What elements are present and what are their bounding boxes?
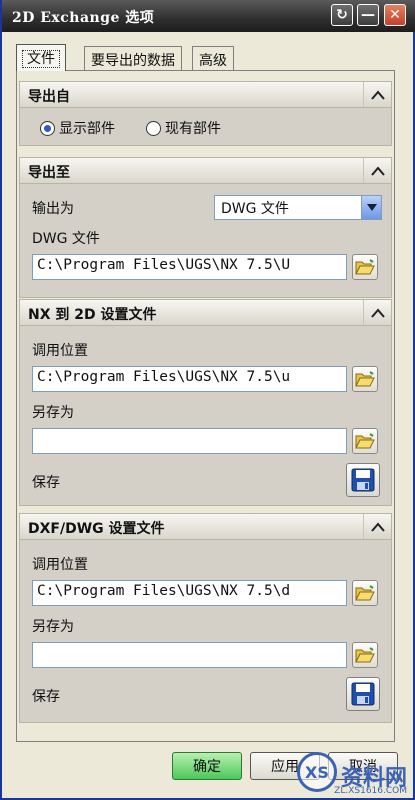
dxf-dwg-location-input[interactable]: C:\Program Files\UGS\NX 7.5\d: [32, 580, 347, 606]
save-button[interactable]: [346, 463, 380, 497]
watermark-logo-icon: XS: [296, 752, 337, 792]
dwg-file-path-input[interactable]: C:\Program Files\UGS\NX 7.5\U: [32, 254, 347, 280]
window-title: 2D Exchange 选项: [12, 10, 155, 26]
section-export-from-body: 显示部件 现有部件: [19, 108, 392, 146]
dropdown-arrow-icon[interactable]: [361, 196, 381, 219]
tab-file-label: 文件: [22, 50, 60, 68]
dxf-dwg-save-as-input[interactable]: [32, 642, 347, 668]
minimize-button[interactable]: —: [357, 4, 379, 26]
load-location-label: 调用位置: [32, 343, 88, 359]
section-dxf-dwg-header[interactable]: DXF/DWG 设置文件: [19, 513, 392, 540]
folder-open-icon: [355, 647, 375, 663]
nx-to-2d-save-as-input[interactable]: [32, 428, 347, 454]
close-button[interactable]: ✕: [384, 4, 406, 26]
section-nx-to-2d-header[interactable]: NX 到 2D 设置文件: [19, 299, 392, 326]
tab-panel-file: 导出自 显示部件 现有部件 导出至 输出为 DWG 文件 DWG 文件 C:\P…: [16, 70, 395, 742]
collapse-chevron-icon[interactable]: [363, 82, 391, 107]
tab-data-label: 要导出的数据: [91, 53, 175, 69]
dwg-file-label: DWG 文件: [32, 231, 100, 247]
save-as-label: 另存为: [32, 405, 74, 421]
radio-existing-part[interactable]: 现有部件: [146, 118, 221, 138]
browse-folder-button[interactable]: [352, 428, 378, 454]
close-icon: ✕: [389, 7, 401, 23]
browse-folder-button[interactable]: [352, 366, 378, 392]
ok-button[interactable]: 确定: [172, 752, 242, 780]
tab-advanced[interactable]: 高级: [192, 46, 234, 70]
radio-unselected-icon: [146, 120, 161, 136]
watermark-url: ZL.XS1616.COM: [334, 786, 407, 796]
browse-folder-button[interactable]: [352, 580, 378, 606]
dialog-window: 2D Exchange 选项 ↻ — ✕ 文件 要导出的数据 高级 导出自 显示…: [0, 0, 415, 800]
minimize-icon: —: [361, 7, 375, 23]
section-export-to-title: 导出至: [28, 165, 70, 181]
tab-data-to-export[interactable]: 要导出的数据: [84, 46, 182, 70]
tab-file[interactable]: 文件: [16, 44, 66, 71]
folder-open-icon: [355, 259, 375, 275]
folder-open-icon: [355, 433, 375, 449]
reset-button[interactable]: ↻: [331, 4, 353, 26]
collapse-chevron-icon[interactable]: [363, 158, 391, 183]
nx-to-2d-location-input[interactable]: C:\Program Files\UGS\NX 7.5\u: [32, 366, 347, 392]
folder-open-icon: [355, 371, 375, 387]
title-bar[interactable]: 2D Exchange 选项 ↻ — ✕: [2, 0, 415, 32]
section-dxf-dwg-title: DXF/DWG 设置文件: [28, 521, 165, 537]
folder-open-icon: [355, 585, 375, 601]
section-export-from-header[interactable]: 导出自: [19, 81, 392, 108]
radio-displayed-part-label: 显示部件: [59, 121, 115, 137]
save-label: 保存: [32, 475, 60, 491]
save-button[interactable]: [346, 677, 380, 711]
radio-selected-icon: [40, 120, 55, 136]
watermark: XS 资料网 ZL.XS1616.COM: [296, 752, 407, 796]
section-nx-to-2d-title: NX 到 2D 设置文件: [28, 307, 157, 323]
section-export-from-title: 导出自: [28, 89, 70, 105]
output-format-select[interactable]: DWG 文件: [214, 195, 382, 220]
section-export-to-body: 输出为 DWG 文件 DWG 文件 C:\Program Files\UGS\N…: [19, 184, 392, 298]
radio-displayed-part[interactable]: 显示部件: [40, 118, 115, 138]
tab-advanced-label: 高级: [199, 53, 227, 69]
collapse-chevron-icon[interactable]: [363, 514, 391, 539]
load-location-label: 调用位置: [32, 557, 88, 573]
section-dxf-dwg-body: 调用位置 C:\Program Files\UGS\NX 7.5\d 另存为 保…: [19, 540, 392, 723]
reset-icon: ↻: [336, 7, 348, 23]
collapse-chevron-icon[interactable]: [363, 300, 391, 325]
save-label: 保存: [32, 689, 60, 705]
output-format-value: DWG 文件: [221, 201, 289, 217]
output-as-label: 输出为: [32, 201, 74, 217]
radio-existing-part-label: 现有部件: [165, 121, 221, 137]
floppy-disk-icon: [351, 682, 375, 706]
section-nx-to-2d-body: 调用位置 C:\Program Files\UGS\NX 7.5\u 另存为 保…: [19, 326, 392, 506]
section-export-to-header[interactable]: 导出至: [19, 157, 392, 184]
browse-folder-button[interactable]: [352, 254, 378, 280]
browse-folder-button[interactable]: [352, 642, 378, 668]
save-as-label: 另存为: [32, 619, 74, 635]
floppy-disk-icon: [351, 468, 375, 492]
